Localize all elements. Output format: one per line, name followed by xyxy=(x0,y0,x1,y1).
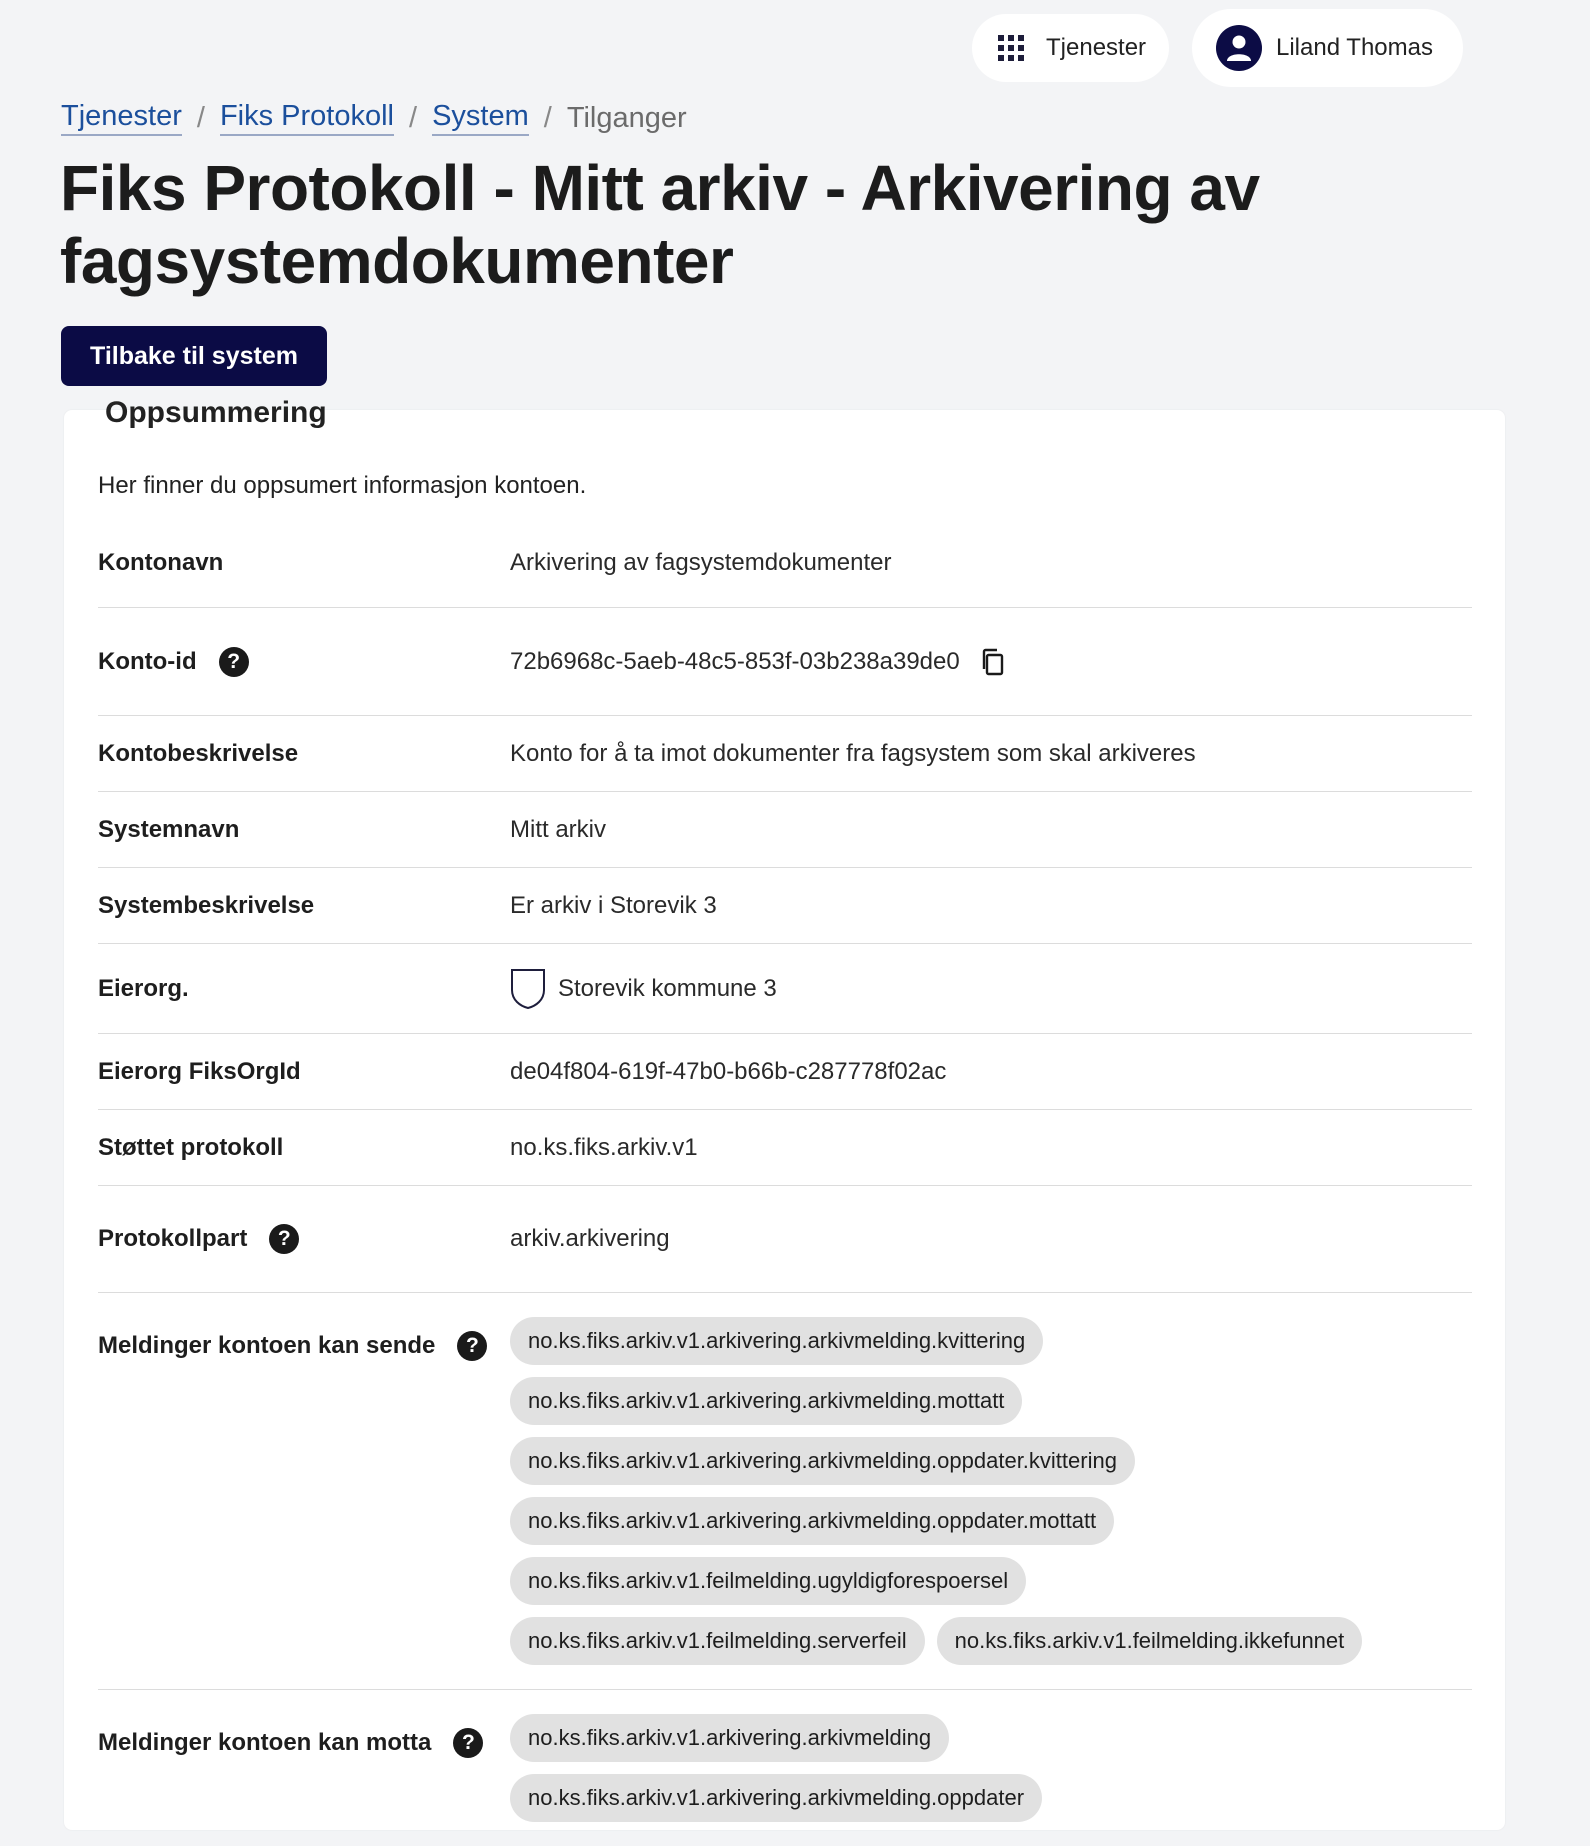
row-label: Kontobeskrivelse xyxy=(98,739,299,767)
row-label: Meldinger kontoen kan motta ? xyxy=(98,1690,510,1758)
services-menu-button[interactable]: Tjenester xyxy=(972,14,1169,82)
row-label-text: Meldinger kontoen kan sende xyxy=(98,1332,436,1359)
row-stottet-protokoll: Støttet protokoll no.ks.fiks.arkiv.v1 xyxy=(98,1110,1472,1186)
message-tag: no.ks.fiks.arkiv.v1.feilmelding.ikkefunn… xyxy=(936,1617,1363,1665)
row-kontonavn: Kontonavn Arkivering av fagsystemdokumen… xyxy=(98,518,1472,608)
row-label-text: Konto-id xyxy=(98,647,197,675)
row-label-text: Protokollpart xyxy=(98,1225,248,1252)
row-value: arkiv.arkivering xyxy=(510,1225,670,1252)
message-tag: no.ks.fiks.arkiv.v1.arkivering.arkivmeld… xyxy=(510,1317,1044,1365)
breadcrumb-link-tjenester[interactable]: Tjenester xyxy=(61,100,182,136)
row-eierorg: Eierorg. Storevik kommune 3 xyxy=(98,944,1472,1034)
row-label: Kontonavn xyxy=(98,548,224,576)
row-send-messages: Meldinger kontoen kan sende ? no.ks.fiks… xyxy=(98,1293,1472,1690)
row-kontobeskrivelse: Kontobeskrivelse Konto for å ta imot dok… xyxy=(98,716,1472,792)
row-eierorg-fiksorgid: Eierorg FiksOrgId de04f804-619f-47b0-b66… xyxy=(98,1034,1472,1110)
row-value: no.ks.fiks.arkiv.v1 xyxy=(510,1133,698,1161)
eierorg-name: Storevik kommune 3 xyxy=(558,974,777,1002)
user-menu-button[interactable]: Liland Thomas xyxy=(1192,9,1463,87)
row-value: de04f804-619f-47b0-b66b-c287778f02ac xyxy=(510,1057,947,1085)
row-label: Systembeskrivelse xyxy=(98,891,315,919)
breadcrumb-separator: / xyxy=(409,101,418,134)
message-tag: no.ks.fiks.arkiv.v1.arkivering.arkivmeld… xyxy=(510,1497,1115,1545)
breadcrumb-link-system[interactable]: System xyxy=(432,100,529,136)
services-label: Tjenester xyxy=(1046,34,1147,61)
help-icon[interactable]: ? xyxy=(269,1224,300,1254)
shield-icon xyxy=(510,968,546,1010)
row-protokollpart: Protokollpart ? arkiv.arkivering xyxy=(98,1186,1472,1293)
row-receive-messages: Meldinger kontoen kan motta ? no.ks.fiks… xyxy=(98,1690,1472,1846)
copy-icon[interactable] xyxy=(980,648,1006,676)
row-label: Meldinger kontoen kan sende ? xyxy=(98,1293,510,1361)
row-label: Protokollpart ? xyxy=(98,1224,510,1254)
row-label: Støttet protokoll xyxy=(98,1133,284,1161)
page-title: Fiks Protokoll - Mitt arkiv - Arkivering… xyxy=(60,152,1260,297)
user-name: Liland Thomas xyxy=(1276,34,1433,61)
summary-intro: Her finner du oppsumert informasjon kont… xyxy=(98,472,587,499)
message-tag: no.ks.fiks.arkiv.v1.arkivering.arkivmeld… xyxy=(510,1774,1043,1822)
breadcrumb-current: Tilganger xyxy=(566,101,687,134)
row-label: Eierorg. xyxy=(98,974,189,1002)
message-tag: no.ks.fiks.arkiv.v1.feilmelding.serverfe… xyxy=(510,1617,925,1665)
breadcrumb: Tjenester / Fiks Protokoll / System / Ti… xyxy=(61,100,687,136)
message-tag: no.ks.fiks.arkiv.v1.arkivering.arkivmeld… xyxy=(510,1437,1135,1485)
row-label: Systemnavn xyxy=(98,815,240,843)
back-to-system-button[interactable]: Tilbake til system xyxy=(61,326,327,386)
row-value: Storevik kommune 3 xyxy=(510,968,1472,1010)
breadcrumb-separator: / xyxy=(543,101,552,134)
send-messages-list: no.ks.fiks.arkiv.v1.arkivering.arkivmeld… xyxy=(510,1293,1410,1689)
help-icon[interactable]: ? xyxy=(457,1331,488,1361)
summary-title: Oppsummering xyxy=(105,396,327,429)
row-label-text: Meldinger kontoen kan motta xyxy=(98,1729,432,1756)
row-systemnavn: Systemnavn Mitt arkiv xyxy=(98,792,1472,868)
breadcrumb-link-fiks-protokoll[interactable]: Fiks Protokoll xyxy=(219,100,394,136)
help-icon[interactable]: ? xyxy=(453,1728,484,1758)
row-value: 72b6968c-5aeb-48c5-853f-03b238a39de0 xyxy=(510,648,1472,676)
row-value: Er arkiv i Storevik 3 xyxy=(510,891,717,919)
user-icon xyxy=(1216,25,1262,71)
help-icon[interactable]: ? xyxy=(218,646,249,677)
row-konto-id: Konto-id ? 72b6968c-5aeb-48c5-853f-03b23… xyxy=(98,608,1472,716)
breadcrumb-separator: / xyxy=(196,101,205,134)
row-label: Eierorg FiksOrgId xyxy=(98,1057,301,1085)
message-tag: no.ks.fiks.arkiv.v1.arkivering.arkivmeld… xyxy=(510,1714,950,1762)
row-value: Mitt arkiv xyxy=(510,815,606,843)
summary-table: Kontonavn Arkivering av fagsystemdokumen… xyxy=(98,518,1472,1846)
top-bar: Tjenester Liland Thomas xyxy=(0,9,1590,87)
row-value: Arkivering av fagsystemdokumenter xyxy=(510,548,892,576)
row-systembeskrivelse: Systembeskrivelse Er arkiv i Storevik 3 xyxy=(98,868,1472,944)
receive-messages-list: no.ks.fiks.arkiv.v1.arkivering.arkivmeld… xyxy=(510,1690,1410,1846)
row-label: Konto-id ? xyxy=(98,646,510,677)
message-tag: no.ks.fiks.arkiv.v1.feilmelding.ugyldigf… xyxy=(510,1557,1027,1605)
konto-id-value: 72b6968c-5aeb-48c5-853f-03b238a39de0 xyxy=(510,647,960,675)
message-tag: no.ks.fiks.arkiv.v1.arkivering.arkivmeld… xyxy=(510,1377,1023,1425)
row-value: Konto for å ta imot dokumenter fra fagsy… xyxy=(510,739,1196,767)
grid-icon xyxy=(998,35,1024,61)
summary-card: Oppsummering Her finner du oppsumert inf… xyxy=(64,396,1505,1830)
